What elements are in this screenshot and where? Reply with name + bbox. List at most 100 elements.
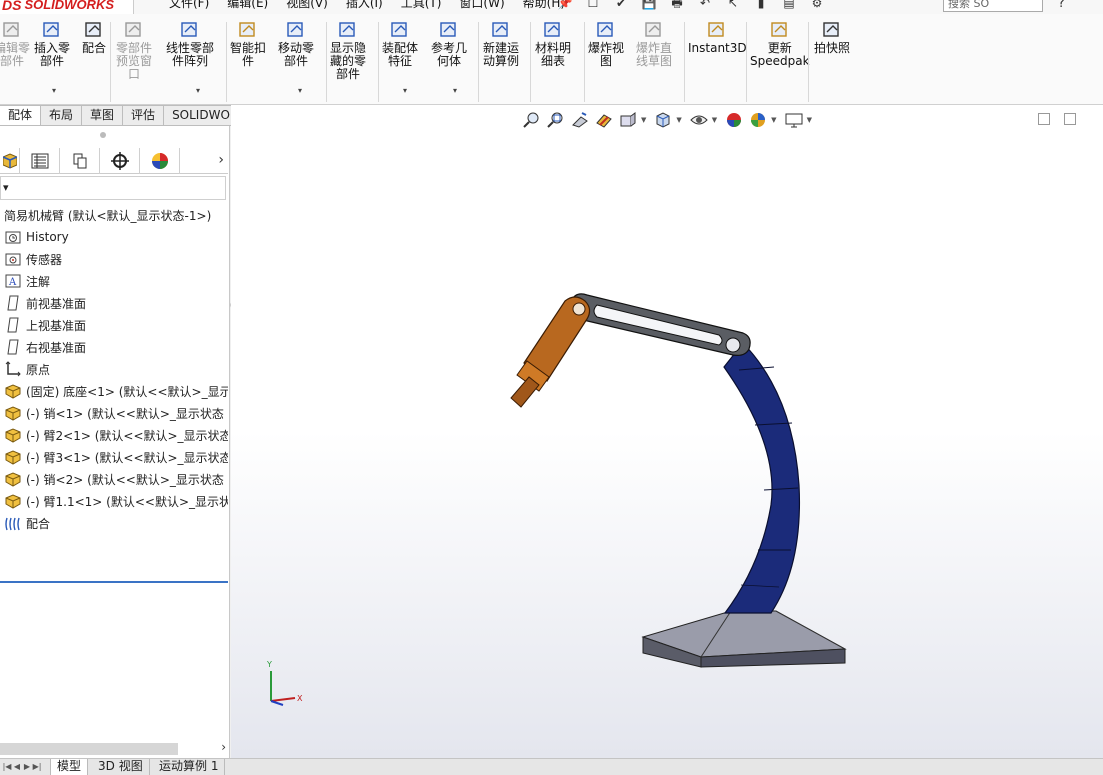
- menu-window[interactable]: 窗口(W): [450, 0, 513, 10]
- cmd-instant3d-button[interactable]: Instant3D: [688, 20, 747, 55]
- scroll-thumb[interactable]: [0, 743, 178, 755]
- chevron-down-icon[interactable]: ▾: [453, 86, 457, 95]
- cmd-component-preview-button[interactable]: 零部件 预览窗 口: [116, 20, 152, 81]
- cmd-speedpak-button[interactable]: 更新 Speedpak: [750, 20, 810, 68]
- first-tab-icon[interactable]: |◀: [2, 761, 12, 773]
- cmd-snapshot-button[interactable]: 拍快照: [814, 20, 850, 55]
- tab-assembly[interactable]: 配体: [0, 105, 42, 126]
- curved-arm-part[interactable]: [723, 342, 801, 614]
- open-icon[interactable]: ✔: [612, 0, 630, 11]
- tree-rollback-bar[interactable]: [0, 581, 228, 583]
- snapshot-icon: [821, 20, 843, 40]
- cmd-bom-button[interactable]: 材料明 细表: [535, 20, 571, 68]
- cmd-edit-component-button[interactable]: 编辑零 部件: [0, 20, 30, 68]
- tree-item[interactable]: 上视基准面: [0, 314, 228, 336]
- tab-sketch[interactable]: 草图: [82, 105, 124, 126]
- select-icon[interactable]: ↖: [724, 0, 742, 11]
- cmd-linear-pattern-button[interactable]: 线性零部 件阵列: [166, 20, 214, 68]
- tree-item[interactable]: (固定) 底座<1> (默认<<默认>_显示状: [0, 380, 228, 402]
- property-manager-tab[interactable]: [20, 148, 60, 174]
- reference-geometry-icon: [438, 20, 460, 40]
- cmd-label: 显示隐 藏的零 部件: [330, 41, 367, 81]
- tree-item[interactable]: (-) 销<2> (默认<<默认>_显示状态 1: [0, 468, 228, 490]
- tree-item[interactable]: History: [0, 226, 228, 248]
- tab-model[interactable]: 模型: [50, 759, 89, 775]
- app-logo[interactable]: DS SOLIDWORKS: [0, 0, 134, 14]
- cmd-exploded-view-button[interactable]: 爆炸视 图: [588, 20, 624, 68]
- feature-manager-tab[interactable]: [0, 148, 20, 174]
- tree-filter-input[interactable]: ▾: [0, 176, 226, 200]
- tree-item[interactable]: A 注解: [0, 270, 228, 292]
- help-icon[interactable]: ?: [1058, 0, 1065, 11]
- tree-item[interactable]: 前视基准面: [0, 292, 228, 314]
- search-placeholder: 搜索 SO: [948, 0, 990, 10]
- print-icon[interactable]: 🖶: [668, 0, 686, 11]
- tab-motion-study[interactable]: 运动算例 1: [153, 759, 226, 775]
- chevron-down-icon[interactable]: ▾: [403, 86, 407, 95]
- new-document-icon[interactable]: ☐: [584, 0, 602, 11]
- tree-item-label: (固定) 底座<1> (默认<<默认>_显示状: [26, 384, 228, 399]
- cmd-explode-line-sketch-button[interactable]: 爆炸直 线草图: [636, 20, 672, 68]
- save-icon[interactable]: 💾: [640, 0, 658, 11]
- tree-horizontal-scrollbar[interactable]: ›: [0, 740, 228, 756]
- menu-edit[interactable]: 编辑(E): [218, 0, 277, 10]
- cmd-smart-fasteners-button[interactable]: 智能扣 件: [230, 20, 266, 68]
- gripper-part[interactable]: [510, 296, 591, 408]
- menu-tools[interactable]: 工具(T): [392, 0, 451, 10]
- tree-item[interactable]: 配合: [0, 512, 228, 534]
- base-part[interactable]: [641, 610, 847, 668]
- chevron-down-icon[interactable]: ▾: [196, 86, 200, 95]
- configuration-manager-tab[interactable]: [60, 148, 100, 174]
- part-icon: [4, 427, 22, 443]
- cmd-show-hidden-button[interactable]: 显示隐 藏的零 部件: [330, 20, 366, 81]
- menu-view[interactable]: 视图(V): [277, 0, 337, 10]
- tab-layout[interactable]: 布局: [41, 105, 83, 126]
- cmd-move-component-button[interactable]: 移动零 部件: [278, 20, 314, 68]
- search-input[interactable]: 搜索 SO: [943, 0, 1043, 12]
- graphics-viewport[interactable]: ▼ ▼ ▼ ▼ ▼ Y X: [231, 105, 1103, 758]
- cmd-new-motion-study-button[interactable]: 新建运 动算例: [483, 20, 519, 68]
- tree-item[interactable]: 原点: [0, 358, 228, 380]
- tab-3d-view[interactable]: 3D 视图: [92, 759, 150, 775]
- tree-item[interactable]: (-) 臂1.1<1> (默认<<默认>_显示状态: [0, 490, 228, 512]
- cmd-assembly-features-button[interactable]: 装配体 特征: [382, 20, 418, 68]
- menu-file[interactable]: 文件(F): [160, 0, 218, 10]
- insert-component-icon: [41, 20, 63, 40]
- options-icon[interactable]: ⚙: [808, 0, 826, 11]
- menu-insert[interactable]: 插入(I): [337, 0, 392, 10]
- file-properties-icon[interactable]: ▤: [780, 0, 798, 11]
- undo-icon[interactable]: ↶: [696, 0, 714, 11]
- rebuild-icon[interactable]: ▮: [752, 0, 770, 11]
- chevron-down-icon[interactable]: ▾: [298, 86, 302, 95]
- tree-item[interactable]: 传感器: [0, 248, 228, 270]
- toolbar-separator: [226, 22, 227, 102]
- chevron-right-icon[interactable]: ›: [218, 152, 224, 168]
- tree-item[interactable]: (-) 销<1> (默认<<默认>_显示状态 1: [0, 402, 228, 424]
- cmd-label: 材料明 细表: [535, 41, 572, 68]
- cmd-reference-geometry-button[interactable]: 参考几 何体: [431, 20, 467, 68]
- link-arm-part[interactable]: [569, 293, 751, 356]
- last-tab-icon[interactable]: ▶|: [32, 761, 42, 773]
- scroll-right-icon[interactable]: ›: [221, 740, 226, 754]
- dimxpert-tab[interactable]: [100, 148, 140, 174]
- tree-item[interactable]: 右视基准面: [0, 336, 228, 358]
- tree-item[interactable]: (-) 臂2<1> (默认<<默认>_显示状态: [0, 424, 228, 446]
- new-motion-study-icon: [490, 20, 512, 40]
- tree-item[interactable]: (-) 臂3<1> (默认<<默认>_显示状态: [0, 446, 228, 468]
- prev-tab-icon[interactable]: ◀: [12, 761, 22, 773]
- chevron-down-icon[interactable]: ▾: [52, 86, 56, 95]
- cmd-insert-component-button[interactable]: 插入零 部件: [34, 20, 70, 68]
- pin-icon[interactable]: 📌: [556, 0, 574, 11]
- display-manager-tab[interactable]: [140, 148, 180, 174]
- sensor-icon: [4, 251, 22, 267]
- robot-arm-model[interactable]: Y X: [231, 105, 1103, 758]
- tree-root-assembly[interactable]: 简易机械臂 (默认<默认_显示状态-1>): [0, 204, 228, 226]
- next-tab-icon[interactable]: ▶: [22, 761, 32, 773]
- toolbar-separator: [478, 22, 479, 102]
- menu-bar: 文件(F) 编辑(E) 视图(V) 插入(I) 工具(T) 窗口(W) 帮助(H…: [160, 0, 574, 10]
- feature-manager-panel: › ▾ 简易机械臂 (默认<默认_显示状态-1>) History 传感器 A 注解前…: [0, 126, 230, 758]
- panel-grip[interactable]: [100, 132, 106, 138]
- feature-tree: 简易机械臂 (默认<默认_显示状态-1>) History 传感器 A 注解 前视基准面…: [0, 204, 228, 534]
- cmd-mate-button[interactable]: 配合: [82, 20, 106, 55]
- tab-evaluate[interactable]: 评估: [123, 105, 165, 126]
